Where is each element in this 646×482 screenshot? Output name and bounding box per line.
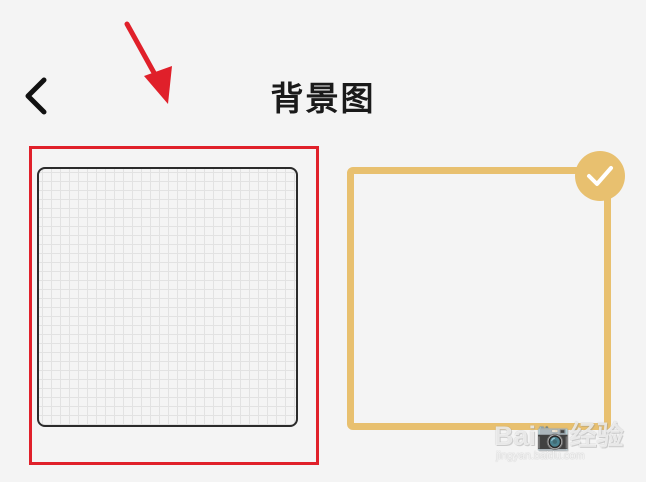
page-title: 背景图 — [270, 79, 376, 118]
red-arrow-icon — [124, 21, 172, 104]
background-picker-screen: 背景图 Bai📷经验 jingyan.baidu.com — [0, 0, 646, 482]
background-option-grid[interactable] — [37, 167, 298, 427]
checkmark-icon — [587, 166, 613, 186]
watermark-url: jingyan.baidu.com — [496, 450, 585, 462]
watermark-brand: Bai📷经验 — [494, 421, 624, 451]
background-option-blank[interactable] — [347, 167, 611, 430]
watermark: Bai📷经验 jingyan.baidu.com — [494, 414, 624, 472]
selected-badge — [575, 151, 625, 201]
